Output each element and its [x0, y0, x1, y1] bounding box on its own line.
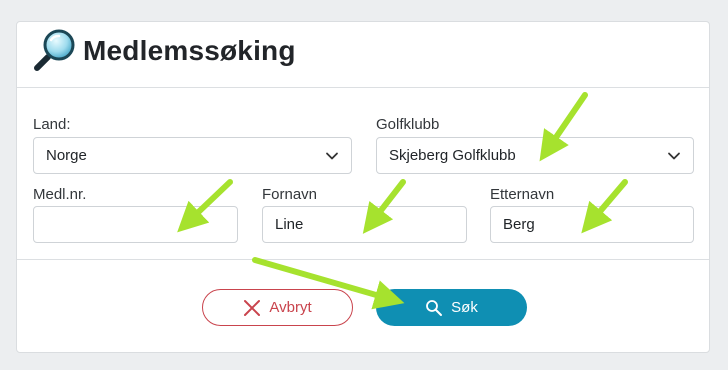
- card-header: Medlemssøking: [17, 22, 709, 88]
- close-icon: [244, 299, 261, 316]
- medlnr-input[interactable]: [33, 206, 238, 243]
- medlnr-label: Medl.nr.: [33, 186, 87, 203]
- golfklubb-select-value: Skjeberg Golfklubb: [389, 147, 516, 164]
- chevron-down-icon: [326, 152, 338, 160]
- chevron-down-icon: [668, 152, 680, 160]
- etternavn-label: Etternavn: [490, 186, 555, 203]
- cancel-button-label: Avbryt: [269, 299, 312, 316]
- page-title: Medlemssøking: [83, 35, 296, 66]
- land-label: Land:: [33, 116, 71, 133]
- fornavn-input[interactable]: Line: [262, 206, 467, 243]
- form-divider: [17, 259, 709, 260]
- land-select-value: Norge: [46, 147, 87, 164]
- cancel-button[interactable]: Avbryt: [202, 289, 353, 326]
- member-search-card: Medlemssøking Land: Norge Golfklubb Skje…: [16, 21, 710, 353]
- etternavn-input[interactable]: Berg: [490, 206, 694, 243]
- search-icon: [426, 299, 443, 316]
- fornavn-label: Fornavn: [262, 186, 318, 203]
- land-select[interactable]: Norge: [33, 137, 352, 174]
- search-button-label: Søk: [451, 299, 478, 316]
- magnifier-icon: [34, 29, 75, 71]
- golfklubb-select[interactable]: Skjeberg Golfklubb: [376, 137, 694, 174]
- search-button[interactable]: Søk: [376, 289, 527, 326]
- golfklubb-label: Golfklubb: [376, 116, 440, 133]
